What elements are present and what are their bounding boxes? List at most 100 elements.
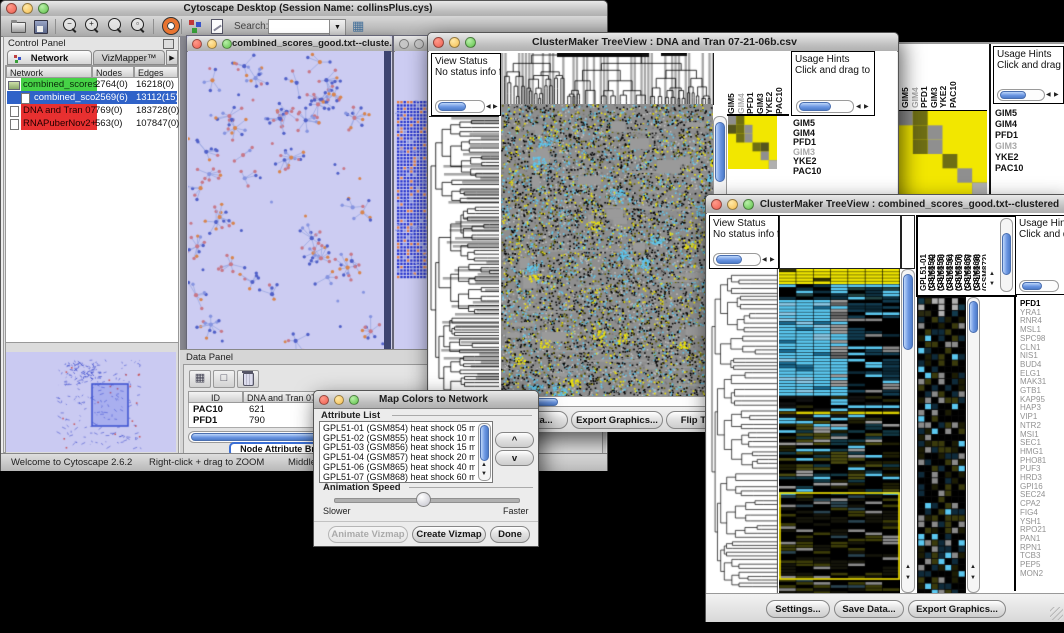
scroll-down-icon[interactable]: ▼	[970, 575, 976, 581]
gene-label[interactable]: GPI16	[1020, 483, 1064, 492]
column-dendrogram-area[interactable]	[779, 215, 901, 269]
close-icon[interactable]	[711, 199, 722, 210]
zoom-window-icon[interactable]	[222, 39, 232, 49]
gene-label[interactable]: FIG4	[1020, 509, 1064, 518]
gene-label[interactable]: HAP3	[1020, 404, 1064, 413]
new-attribute-button[interactable]: □	[213, 370, 235, 388]
gene-label[interactable]: PEP5	[1020, 561, 1064, 570]
attribute-item[interactable]: GPL51-01 (GSM854) heat shock 05 min	[323, 424, 475, 434]
scroll-left-icon[interactable]: ◀	[762, 257, 767, 263]
close-icon[interactable]	[433, 37, 444, 48]
save-data-button[interactable]: Save Data...	[834, 600, 904, 618]
network-canvas-2[interactable]	[395, 51, 429, 359]
scroll-up-icon[interactable]: ▲	[481, 462, 487, 468]
heatmap-canvas[interactable]	[501, 104, 713, 396]
search-dropdown-button[interactable]: ▼	[329, 19, 346, 36]
data-column-id[interactable]: ID	[188, 391, 243, 403]
scrollbar-thumb[interactable]	[799, 102, 831, 111]
gene-label[interactable]: GTB1	[1020, 387, 1064, 396]
network-view-title-bar[interactable]: combined_scores_good.txt--cluste...	[187, 36, 392, 52]
gene-label[interactable]: PHO81	[1020, 457, 1064, 466]
gene-label[interactable]: NTR2	[1020, 422, 1064, 431]
treeview-dna-gene-list[interactable]: GIM5GIM4PFD1GIM3YKE2PAC10	[793, 119, 873, 199]
usage-hints-hscrollbar[interactable]	[796, 100, 854, 113]
network-view-2-title-bar[interactable]	[394, 36, 430, 52]
tab-overflow-button[interactable]: ▶	[166, 50, 178, 65]
treeview-combined-gene-list[interactable]: PFD1YRA1RNR4MSL1SPC98CLN1NIS1BUD4ELG1MAK…	[1020, 300, 1064, 579]
heatmap-canvas[interactable]	[779, 269, 900, 593]
zoom-window-icon[interactable]	[38, 3, 49, 14]
column-header-nodes[interactable]: Nodes	[92, 66, 134, 78]
resize-grip[interactable]	[1050, 607, 1063, 620]
gene-label[interactable]: PAC10	[995, 163, 1061, 174]
gene-label[interactable]: VIP1	[1020, 413, 1064, 422]
move-down-button[interactable]: v	[495, 450, 534, 466]
scrollbar-thumb[interactable]	[969, 301, 978, 333]
scroll-left-icon[interactable]: ◀	[486, 104, 491, 110]
close-icon[interactable]	[6, 3, 17, 14]
scroll-down-icon[interactable]: ▼	[989, 281, 995, 287]
attribute-browser-icon[interactable]: ▦	[352, 18, 364, 34]
gene-label[interactable]: PUF3	[1020, 465, 1064, 474]
heatmap-vscrollbar[interactable]: ▲ ▼	[901, 269, 915, 593]
gene-label[interactable]: HMG1	[1020, 448, 1064, 457]
close-icon[interactable]	[319, 395, 329, 405]
scroll-left-icon[interactable]: ◀	[1046, 92, 1051, 98]
gene-label[interactable]: PFD1	[1020, 300, 1064, 309]
gene-label[interactable]: GIM3	[995, 141, 1061, 152]
scroll-right-icon[interactable]: ▶	[770, 257, 775, 263]
column-header-network[interactable]: Network	[6, 66, 92, 78]
gene-label[interactable]: TCB3	[1020, 552, 1064, 561]
zoom-matrix-canvas[interactable]	[728, 116, 777, 169]
gene-label[interactable]: YRA1	[1020, 309, 1064, 318]
gene-label[interactable]: PFD1	[995, 130, 1061, 141]
gene-label[interactable]: YSH1	[1020, 518, 1064, 527]
gene-label[interactable]: MAK31	[1020, 378, 1064, 387]
scrollbar-thumb[interactable]	[715, 122, 725, 182]
gene-label[interactable]: NIS1	[1020, 352, 1064, 361]
scroll-down-icon[interactable]: ▼	[481, 471, 487, 477]
zoom-window-icon[interactable]	[465, 37, 476, 48]
save-session-button[interactable]	[33, 18, 49, 34]
data-cell-value[interactable]: 621	[249, 404, 265, 415]
gene-label[interactable]: CPA2	[1020, 500, 1064, 509]
gene-label[interactable]: MON2	[1020, 570, 1064, 579]
tab-vizmapper[interactable]: VizMapper™	[93, 50, 165, 65]
gene-label[interactable]: CLN1	[1020, 344, 1064, 353]
gene-label[interactable]: SEC24	[1020, 491, 1064, 500]
network-view-scroll-strip[interactable]	[384, 51, 391, 358]
minimize-icon[interactable]	[727, 199, 738, 210]
gene-label[interactable]: BUD4	[1020, 361, 1064, 370]
gene-label[interactable]: ELG1	[1020, 370, 1064, 379]
gene-label[interactable]: SPC98	[1020, 335, 1064, 344]
gene-label[interactable]: PAN1	[1020, 535, 1064, 544]
scroll-right-icon[interactable]: ▶	[1054, 92, 1059, 98]
column-label[interactable]: GPL51-08 (GSM872)	[974, 217, 983, 291]
main-title-bar[interactable]: Cytoscape Desktop (Session Name: collins…	[1, 1, 607, 17]
data-cell-id[interactable]: PAC10	[193, 404, 223, 415]
scrollbar-thumb[interactable]	[1022, 282, 1042, 290]
attribute-list-vscrollbar[interactable]: ▲ ▼	[478, 423, 491, 481]
treeview-back-zoom-matrix[interactable]	[898, 110, 987, 196]
gene-label[interactable]: GIM5	[793, 119, 873, 129]
gene-label[interactable]: YKE2	[995, 152, 1061, 163]
gene-label[interactable]: MSI1	[1020, 431, 1064, 440]
usage-hints-hscrollbar[interactable]	[997, 89, 1045, 101]
attribute-item[interactable]: GPL51-06 (GSM865) heat shock 40 min	[323, 463, 475, 473]
attribute-item[interactable]: GPL51-07 (GSM868) heat shock 60 min	[323, 473, 475, 483]
zoom-out-icon[interactable]: −	[63, 18, 79, 34]
settings-button[interactable]: Settings...	[766, 600, 830, 618]
export-graphics-button[interactable]: Export Graphics...	[571, 411, 663, 429]
treeview-back-column-labels[interactable]: GIM5GIM4PFD1GIM3YKE2PAC10	[901, 48, 959, 108]
minimize-icon[interactable]	[207, 39, 217, 49]
zoom-in-icon[interactable]: +	[85, 18, 101, 34]
scroll-down-icon[interactable]: ▼	[905, 575, 911, 581]
gene-label[interactable]: RPO21	[1020, 526, 1064, 535]
treeview-dna-title-bar[interactable]: ClusterMaker TreeView : DNA and Tran 07-…	[428, 33, 898, 52]
scroll-right-icon[interactable]: ▶	[493, 104, 498, 110]
scrollbar-thumb[interactable]	[1000, 91, 1026, 99]
network-canvas[interactable]	[188, 51, 384, 358]
attribute-list[interactable]: GPL51-01 (GSM854) heat shock 05 min GPL51…	[323, 424, 475, 482]
gene-label[interactable]: SEC1	[1020, 439, 1064, 448]
view-status-hscrollbar[interactable]	[435, 100, 485, 113]
